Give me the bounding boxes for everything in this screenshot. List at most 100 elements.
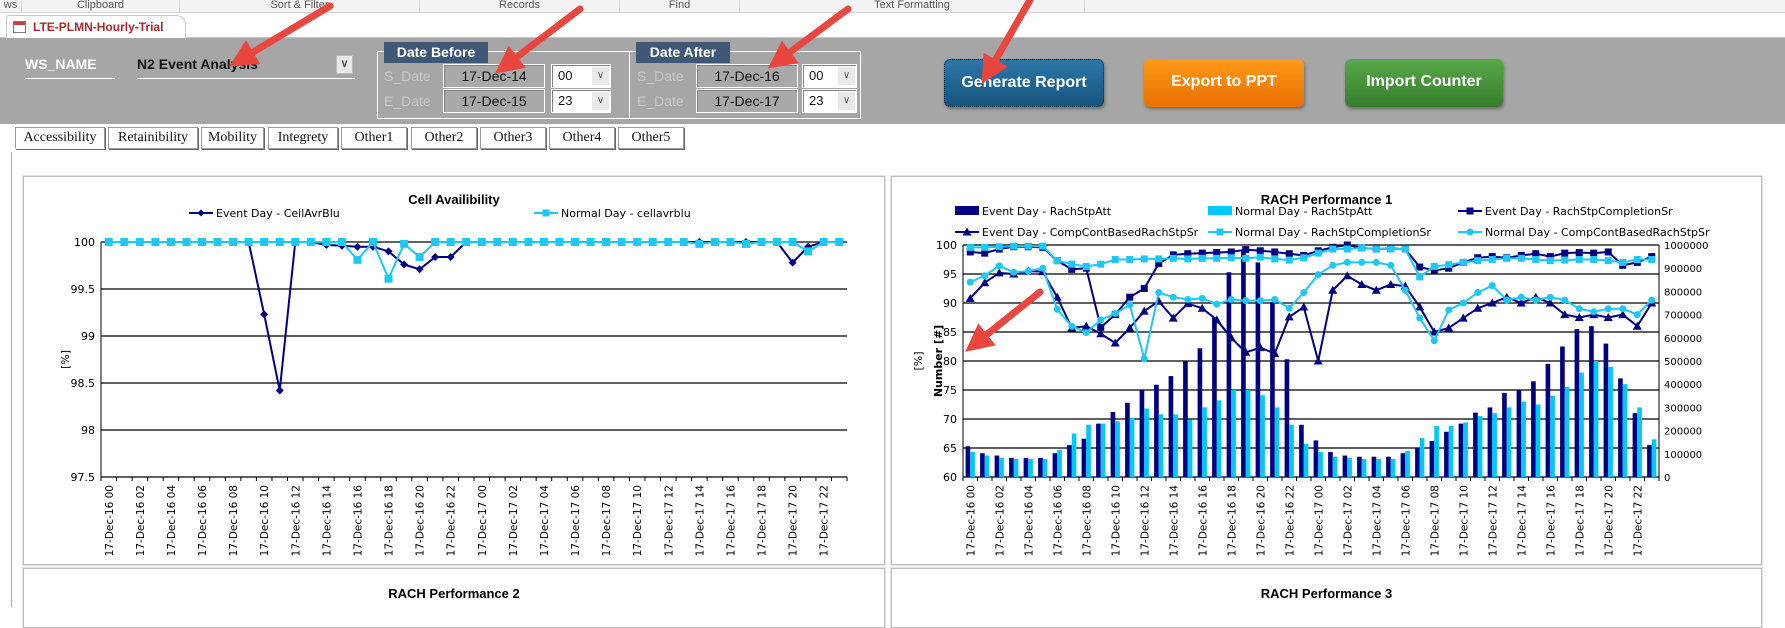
x-tick-label: 17-Dec-17 10: [1458, 485, 1470, 556]
x-tick-label: 17-Dec-17 08: [1429, 485, 1441, 556]
square-marker: [1648, 256, 1656, 263]
square-marker: [1372, 245, 1380, 253]
tab-other1[interactable]: Other1: [341, 127, 407, 149]
bar: [1521, 401, 1526, 477]
bar: [1328, 452, 1333, 477]
tab-other5[interactable]: Other5: [618, 127, 684, 149]
document-tab[interactable]: LTE-PLMN-Hourly-Trial: [6, 15, 186, 38]
bar: [1303, 443, 1309, 477]
y2-tick-label: 0: [1664, 473, 1670, 484]
chevron-down-icon[interactable]: ∨: [838, 92, 855, 110]
square-marker: [1039, 242, 1047, 250]
series-line: [108, 240, 840, 282]
circle-marker: [1329, 261, 1337, 269]
circle-marker: [1097, 316, 1105, 324]
square-marker: [1053, 257, 1061, 265]
circle-marker: [1474, 289, 1482, 297]
chart-title: RACH Performance 3: [1260, 586, 1393, 601]
bar: [1371, 456, 1377, 477]
chevron-down-icon[interactable]: ∨: [838, 67, 855, 85]
square-marker: [1329, 245, 1337, 253]
y-axis-title: [%]: [912, 351, 925, 370]
square-marker: [1271, 255, 1279, 263]
tab-accessibility[interactable]: Accessibility: [15, 127, 105, 149]
date-after-e-date-field[interactable]: 17-Dec-17: [696, 89, 798, 113]
y2-tick-label: 700000: [1664, 311, 1702, 322]
chevron-down-icon[interactable]: ∨: [592, 92, 609, 110]
y-tick-label: 70: [943, 413, 957, 426]
chevron-down-icon[interactable]: ∨: [336, 55, 353, 74]
square-marker: [981, 243, 989, 251]
ribbon-group-text-formatting: Text Formatting: [740, 0, 1085, 13]
x-tick-label: 17-Dec-16 22: [1284, 485, 1296, 556]
series-line: [969, 261, 1653, 359]
generate-report-button[interactable]: Generate Report: [944, 59, 1104, 107]
date-before-e-hour-select[interactable]: 23 ∨: [551, 89, 611, 113]
square-marker: [104, 238, 113, 246]
square-marker: [741, 239, 750, 248]
x-tick-label: 17-Dec-17 14: [1516, 485, 1528, 557]
tab-mobility[interactable]: Mobility: [201, 127, 264, 149]
bar: [1492, 413, 1497, 477]
circle-marker: [1314, 271, 1322, 279]
bar: [1168, 376, 1174, 477]
square-marker: [1358, 244, 1366, 252]
y-tick-label: 100: [936, 239, 957, 252]
y2-tick-label: 900000: [1664, 264, 1702, 275]
bar: [1202, 407, 1207, 477]
circle-marker: [1575, 305, 1583, 313]
square-marker: [1155, 255, 1163, 263]
chevron-down-icon[interactable]: ∨: [592, 67, 609, 85]
circle-marker: [1068, 322, 1076, 330]
square-marker: [586, 238, 595, 246]
ws-name-combobox[interactable]: N2 Event Analysis ∨: [137, 54, 355, 79]
diamond-marker: [260, 310, 269, 319]
square-marker: [995, 243, 1003, 251]
date-before-s-date-field[interactable]: 17-Dec-14: [443, 64, 545, 88]
square-marker: [244, 238, 253, 246]
export-to-ppt-button[interactable]: Export to PPT: [1144, 59, 1304, 107]
bar: [1487, 407, 1493, 477]
diamond-marker: [353, 242, 362, 251]
date-after-s-date-field[interactable]: 17-Dec-16: [696, 64, 798, 88]
x-tick-label: 17-Dec-16 18: [1226, 485, 1238, 556]
y2-tick-label: 100000: [1664, 450, 1702, 461]
series-line: [108, 241, 840, 391]
square-marker: [431, 238, 440, 246]
x-tick-label: 17-Dec-17 08: [601, 485, 613, 556]
bar: [1405, 450, 1410, 477]
tab-other2[interactable]: Other2: [411, 127, 477, 149]
date-after-s-hour-select[interactable]: 00 ∨: [802, 64, 857, 88]
square-marker: [322, 238, 331, 246]
square-marker: [1169, 254, 1177, 262]
x-tick-label: 17-Dec-16 06: [197, 485, 209, 557]
tab-integrety[interactable]: Integrety: [268, 127, 338, 149]
bar: [1560, 346, 1565, 477]
tab-other4[interactable]: Other4: [549, 127, 615, 149]
square-marker: [1604, 248, 1612, 256]
ws-name-value: N2 Event Analysis: [137, 56, 258, 72]
bar: [965, 446, 971, 477]
y-tick-label: 99.5: [71, 283, 96, 296]
square-marker: [602, 238, 611, 246]
bar: [1274, 407, 1280, 477]
legend-label: Event Day - RachStpCompletionSr: [1485, 205, 1673, 218]
square-marker: [1242, 254, 1250, 262]
date-before-s-hour-select[interactable]: 00 ∨: [551, 64, 611, 88]
y-tick-label: 98: [81, 424, 95, 437]
tab-retainibility[interactable]: Retainibility: [108, 127, 198, 149]
tab-other3[interactable]: Other3: [480, 127, 546, 149]
bar: [1129, 417, 1135, 477]
bar: [1197, 348, 1203, 477]
square-marker: [446, 238, 455, 246]
x-tick-label: 17-Dec-16 00: [104, 485, 116, 556]
bar: [1009, 457, 1014, 477]
x-tick-label: 17-Dec-17 20: [788, 485, 800, 556]
cell-availability-chart: 97.5 98 98.5 99 99.5 100 17-Dec-16 00 17-Dec-16…: [59, 207, 848, 557]
date-before-e-date-field[interactable]: 17-Dec-15: [443, 89, 545, 113]
date-after-e-hour-select[interactable]: 23 ∨: [802, 89, 857, 113]
circle-marker: [1227, 296, 1235, 304]
import-counter-button[interactable]: Import Counter: [1345, 59, 1503, 107]
bar: [1632, 413, 1638, 477]
y2-tick-label: 800000: [1664, 287, 1702, 298]
